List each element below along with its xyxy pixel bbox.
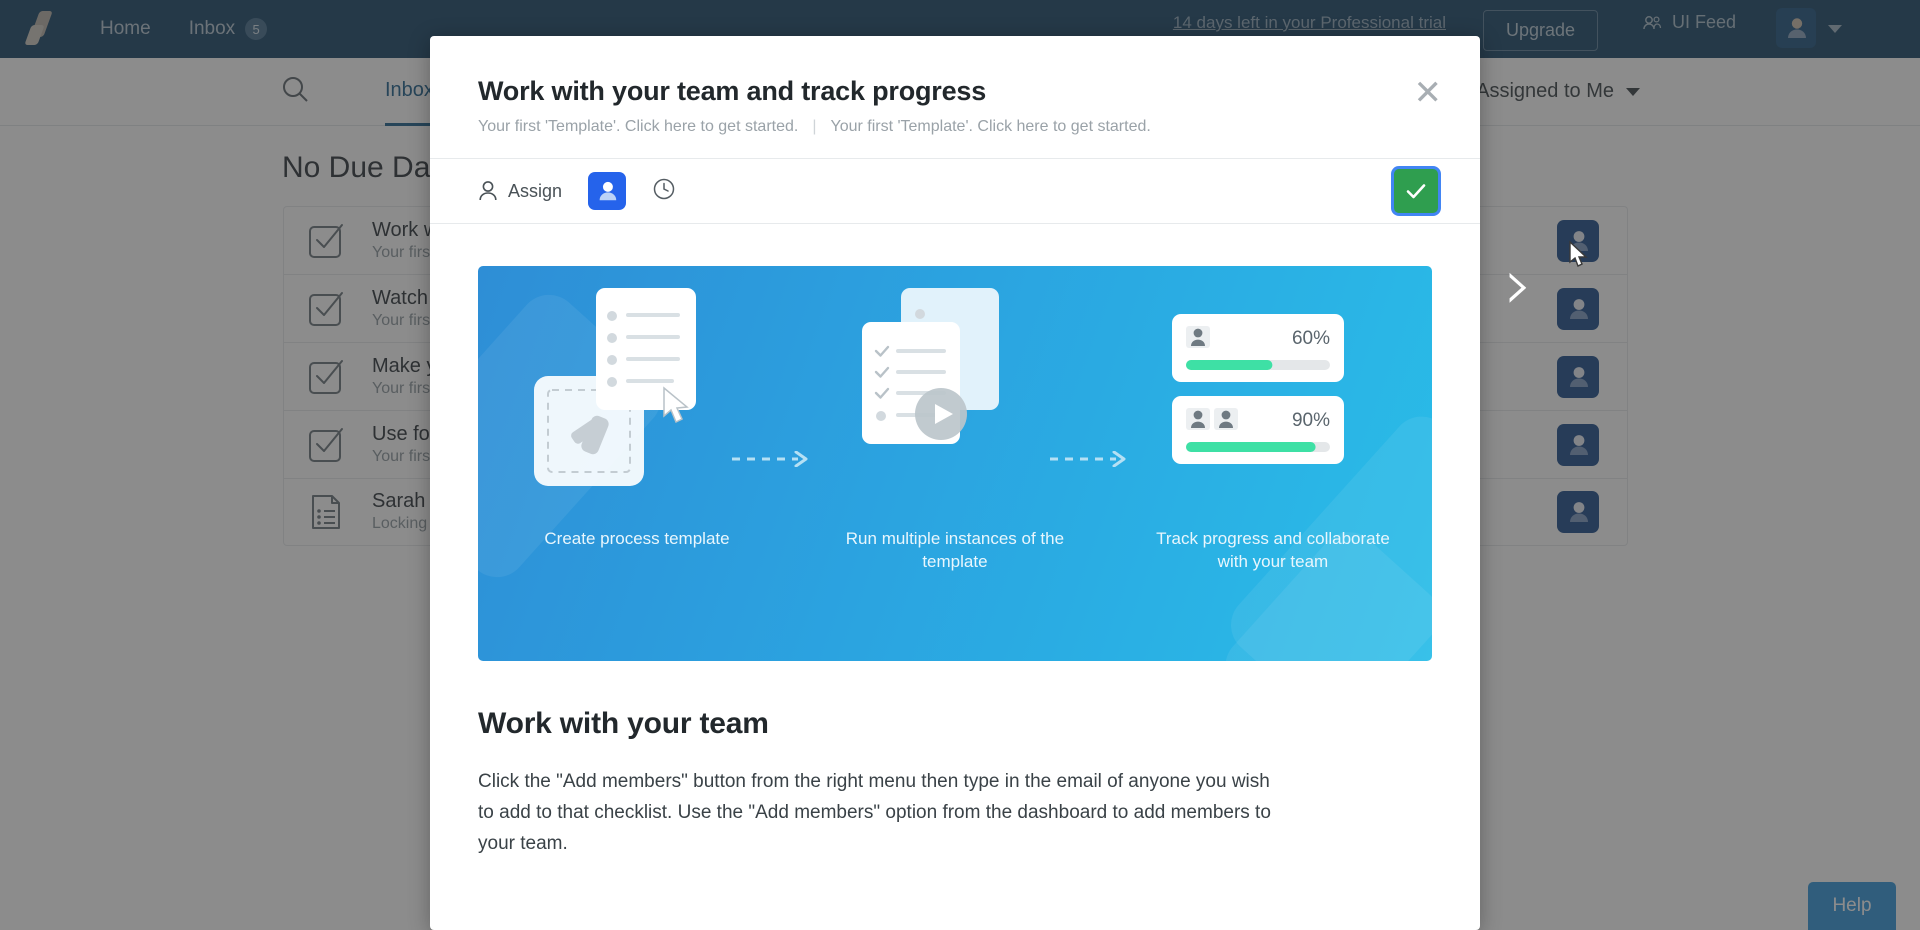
subtitle-divider: | [812, 118, 817, 135]
mouse-cursor-icon [1569, 240, 1588, 267]
create-template-graphic [534, 288, 696, 486]
panel-caption: Run multiple instances of the template [845, 529, 1065, 571]
close-icon[interactable]: ✕ [1414, 76, 1443, 110]
onboarding-modal: Work with your team and track progress Y… [430, 36, 1480, 930]
illustration-panel-create-template: Create process template [478, 266, 808, 661]
modal-body: Work with your team Click the "Add membe… [430, 661, 1480, 859]
modal-header: Work with your team and track progress Y… [430, 36, 1480, 136]
assign-button[interactable]: Assign [478, 180, 562, 202]
confirm-button[interactable] [1394, 169, 1438, 213]
modal-subtitle-right[interactable]: Your first 'Template'. Click here to get… [830, 118, 1150, 136]
progress-value-1: 60% [1292, 328, 1330, 349]
person-icon [479, 181, 497, 201]
modal-title: Work with your team and track progress [478, 76, 987, 106]
panel-caption: Track progress and collaborate with your… [1156, 529, 1390, 571]
progress-value-2: 90% [1292, 410, 1330, 431]
user-avatar-icon[interactable] [588, 172, 627, 210]
run-instances-graphic [861, 288, 999, 444]
assign-label: Assign [508, 180, 563, 201]
avatar-person-icon [599, 181, 617, 201]
body-paragraph: Click the "Add members" button from the … [478, 771, 1271, 854]
hint-arrow-icon: › [1504, 242, 1533, 326]
onboarding-illustration: Create process template Run multiple ins… [478, 266, 1432, 661]
panel-caption: Create process template [544, 529, 730, 548]
modal-subtitle-left: Your first 'Template'. Click here to get… [478, 118, 799, 135]
body-heading: Work with your team [478, 707, 769, 740]
check-icon [1406, 184, 1426, 199]
illustration-panel-run-instances: Run multiple instances of the template [796, 266, 1126, 661]
modal-toolbar: Assign [430, 158, 1480, 224]
track-progress-graphic: 60% 90% [1171, 314, 1344, 464]
modal-subtitle-row: Your first 'Template'. Click here to get… [478, 118, 1432, 136]
illustration-panel-track-progress: 60% 90% Track progress and collaborate w… [1114, 266, 1432, 661]
clock-icon[interactable] [652, 177, 676, 206]
